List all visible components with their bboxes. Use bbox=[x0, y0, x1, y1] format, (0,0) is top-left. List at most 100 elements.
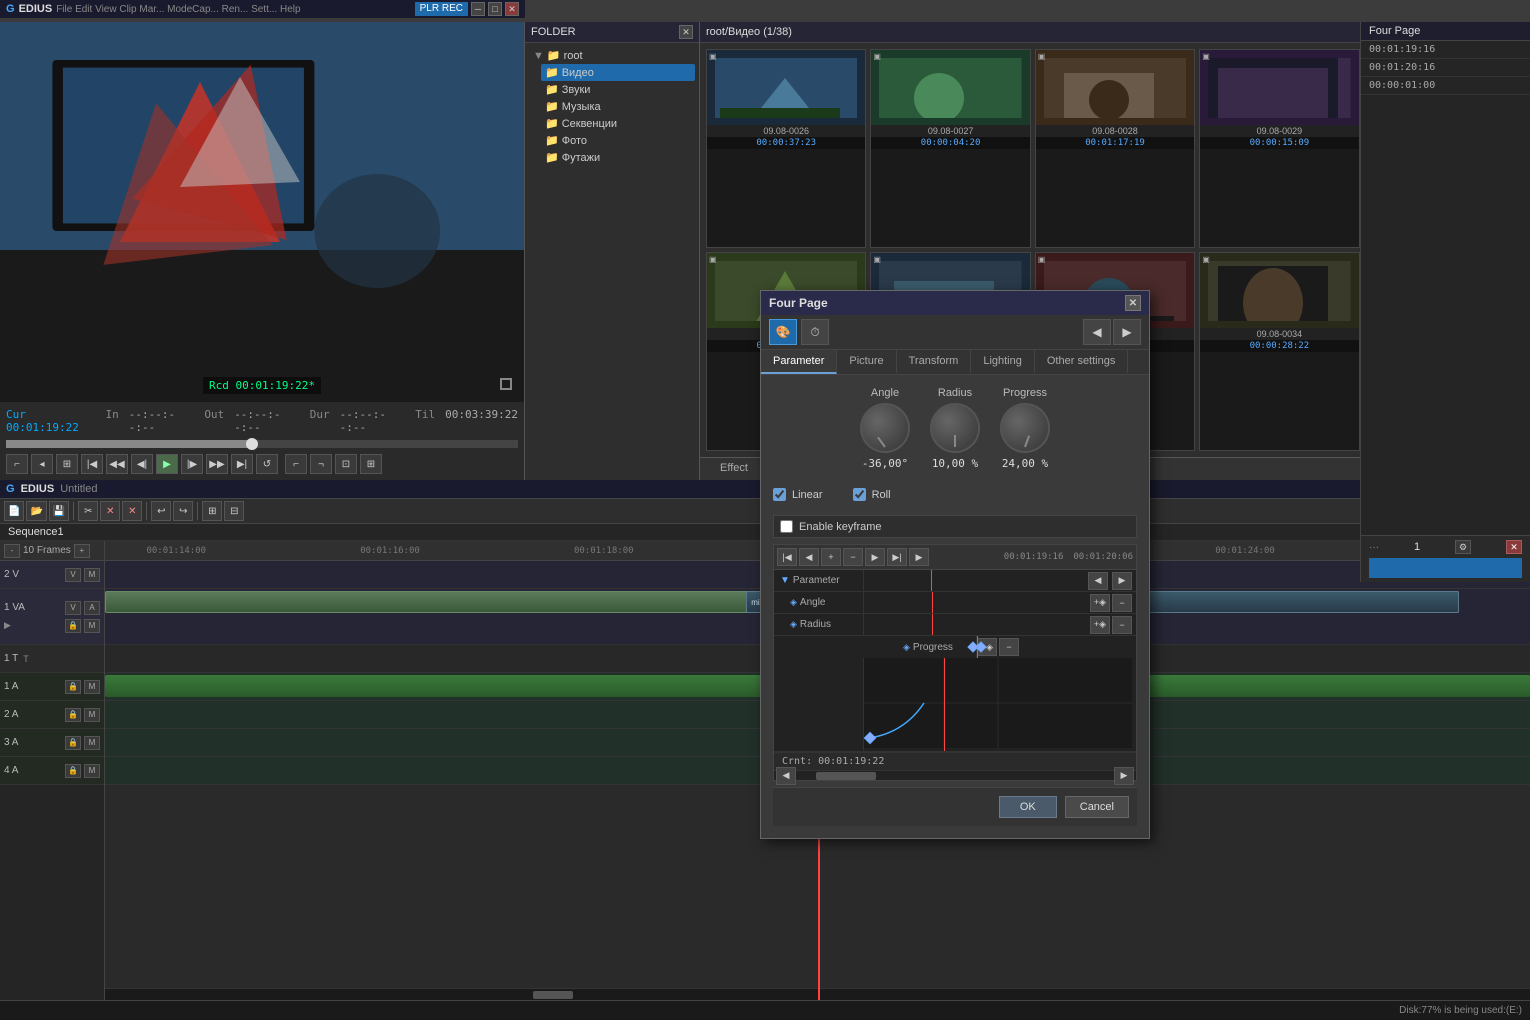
2v-mute-btn[interactable]: M bbox=[84, 568, 100, 582]
1va-v-btn[interactable]: V bbox=[65, 601, 81, 615]
expand-btn[interactable]: ⊞ bbox=[360, 454, 382, 474]
linear-checkbox[interactable] bbox=[773, 488, 786, 501]
kf-del-btn[interactable]: − bbox=[843, 548, 863, 566]
folder-item-sequences[interactable]: 📁 Секвенции bbox=[541, 115, 695, 132]
zoom-out-btn[interactable]: - bbox=[4, 544, 20, 558]
tl-new-btn[interactable]: 📄 bbox=[4, 501, 24, 521]
progress-knob[interactable] bbox=[1000, 403, 1050, 453]
dialog-tab-picture[interactable]: Picture bbox=[837, 350, 896, 374]
kf-radius-del-btn[interactable]: − bbox=[1112, 616, 1132, 634]
4a-lock-btn[interactable]: 🔒 bbox=[65, 764, 81, 778]
tab-effect[interactable]: Effect bbox=[708, 458, 760, 480]
prev-frame-btn[interactable]: |◀ bbox=[81, 454, 103, 474]
3a-mute-btn[interactable]: M bbox=[84, 736, 100, 750]
clip-0027[interactable]: ▣ 09.08-0027 00:00:04:20 bbox=[870, 49, 1030, 248]
kf-param-collapse-btn[interactable]: ▶ bbox=[1112, 572, 1132, 590]
info-blue-bar[interactable] bbox=[1369, 558, 1522, 578]
clip-0029[interactable]: ▣ 09.08-0029 00:00:15:09 bbox=[1199, 49, 1359, 248]
kf-progress-del-btn[interactable]: − bbox=[999, 638, 1019, 656]
dialog-prev-btn[interactable]: ◀ bbox=[1083, 319, 1111, 345]
radius-knob[interactable] bbox=[930, 403, 980, 453]
mark-prev-btn[interactable]: ◂ bbox=[31, 454, 53, 474]
kf-curve-area[interactable] bbox=[864, 658, 1132, 751]
dialog-clock-btn[interactable]: ⏱ bbox=[801, 319, 829, 345]
folder-item-photos[interactable]: 📁 Фото bbox=[541, 132, 695, 149]
4a-mute-btn[interactable]: M bbox=[84, 764, 100, 778]
ffwd-btn[interactable]: ▶▶ bbox=[206, 454, 228, 474]
mode-btn[interactable]: ⊡ bbox=[335, 454, 357, 474]
angle-knob[interactable] bbox=[860, 403, 910, 453]
kf-scroll-right-btn[interactable]: ▶ bbox=[1114, 767, 1134, 785]
folder-item-root[interactable]: ▼ 📁 root bbox=[529, 47, 695, 64]
kf-angle-area[interactable] bbox=[864, 592, 1090, 613]
loop-btn[interactable]: ↺ bbox=[256, 454, 278, 474]
dialog-ok-btn[interactable]: OK bbox=[999, 796, 1057, 818]
mark-out-btn[interactable]: ⌐ bbox=[285, 454, 307, 474]
next-edit-btn[interactable]: |▶ bbox=[181, 454, 203, 474]
snap-btn[interactable]: ⊞ bbox=[56, 454, 78, 474]
timeline-scrollbar[interactable] bbox=[105, 988, 1530, 1000]
kf-first-btn[interactable]: |◀ bbox=[777, 548, 797, 566]
rewind-btn[interactable]: ◀◀ bbox=[106, 454, 128, 474]
kf-param-expand-btn[interactable]: ◀ bbox=[1088, 572, 1108, 590]
folder-close-btn[interactable]: ✕ bbox=[679, 25, 693, 39]
tl-sync-btn[interactable]: ⊟ bbox=[224, 501, 244, 521]
1a-mute-btn[interactable]: M bbox=[84, 680, 100, 694]
folder-item-video[interactable]: 📁 Видео bbox=[541, 64, 695, 81]
clip-0028[interactable]: ▣ 09.08-0028 00:01:17:19 bbox=[1035, 49, 1195, 248]
maximize-btn[interactable]: □ bbox=[488, 2, 502, 16]
enable-keyframe-checkbox[interactable] bbox=[780, 520, 793, 533]
1va-a-btn[interactable]: A bbox=[84, 601, 100, 615]
kf-radius-add-btn[interactable]: +◈ bbox=[1090, 616, 1110, 634]
prev-edit-btn[interactable]: ◀| bbox=[131, 454, 153, 474]
mark-in-btn[interactable]: ⌐ bbox=[6, 454, 28, 474]
tl-open-btn[interactable]: 📂 bbox=[26, 501, 46, 521]
tl-cut-btn[interactable]: ✂ bbox=[78, 501, 98, 521]
info-close-btn[interactable]: ✕ bbox=[1506, 540, 1522, 554]
folder-item-music[interactable]: 📁 Музыка bbox=[541, 98, 695, 115]
tl-redo-btn[interactable]: ↪ bbox=[173, 501, 193, 521]
tl-undo-btn[interactable]: ↩ bbox=[151, 501, 171, 521]
kf-scrollbar-h[interactable]: ◀ ▶ bbox=[774, 770, 1136, 780]
dialog-next-btn[interactable]: ▶ bbox=[1113, 319, 1141, 345]
kf-radius-area[interactable] bbox=[864, 614, 1090, 635]
roll-checkbox[interactable] bbox=[853, 488, 866, 501]
1a-lock-btn[interactable]: 🔒 bbox=[65, 680, 81, 694]
tl-del-btn[interactable]: ✕ bbox=[122, 501, 142, 521]
2a-mute-btn[interactable]: M bbox=[84, 708, 100, 722]
kf-angle-del-btn[interactable]: − bbox=[1112, 594, 1132, 612]
zoom-in-btn[interactable]: + bbox=[74, 544, 90, 558]
info-settings-btn[interactable]: ⚙ bbox=[1455, 540, 1471, 554]
dialog-paint-btn[interactable]: 🎨 bbox=[769, 319, 797, 345]
kf-play-btn[interactable]: ▶ bbox=[909, 548, 929, 566]
kf-param-expand-icon[interactable]: ▼ bbox=[780, 575, 790, 586]
scrollbar-thumb[interactable] bbox=[533, 991, 573, 999]
kf-angle-add-btn[interactable]: +◈ bbox=[1090, 594, 1110, 612]
dialog-tab-parameter[interactable]: Parameter bbox=[761, 350, 837, 374]
close-btn[interactable]: ✕ bbox=[505, 2, 519, 16]
kf-param-area[interactable] bbox=[864, 570, 1088, 591]
folder-item-sounds[interactable]: 📁 Звуки bbox=[541, 81, 695, 98]
3a-lock-btn[interactable]: 🔒 bbox=[65, 736, 81, 750]
dialog-close-btn[interactable]: ✕ bbox=[1125, 295, 1141, 311]
folder-item-footage[interactable]: 📁 Футажи bbox=[541, 149, 695, 166]
clip-0026[interactable]: ▣ 09.08-0026 00:00:37:23 bbox=[706, 49, 866, 248]
four-page-dialog[interactable]: Four Page ✕ 🎨 ⏱ ◀ ▶ Parameter Picture Tr… bbox=[760, 290, 1150, 839]
clip-0034[interactable]: ▣ 09.08-0034 00:00:28:22 bbox=[1199, 252, 1359, 451]
mark-out2-btn[interactable]: ¬ bbox=[310, 454, 332, 474]
kf-prev-btn[interactable]: ◀ bbox=[799, 548, 819, 566]
kf-scroll-left-btn[interactable]: ◀ bbox=[776, 767, 796, 785]
1va-mute-btn[interactable]: M bbox=[84, 619, 100, 633]
minimize-btn[interactable]: ─ bbox=[471, 2, 485, 16]
next-frame-btn[interactable]: ▶| bbox=[231, 454, 253, 474]
tl-split-btn[interactable]: ✕ bbox=[100, 501, 120, 521]
1va-lock-btn[interactable]: 🔒 bbox=[65, 619, 81, 633]
2a-lock-btn[interactable]: 🔒 bbox=[65, 708, 81, 722]
kf-add-btn[interactable]: + bbox=[821, 548, 841, 566]
2v-lock-btn[interactable]: V bbox=[65, 568, 81, 582]
dialog-tab-other[interactable]: Other settings bbox=[1035, 350, 1128, 374]
dialog-tab-transform[interactable]: Transform bbox=[897, 350, 972, 374]
play-btn[interactable]: ▶ bbox=[156, 454, 178, 474]
tl-ripple-btn[interactable]: ⊞ bbox=[202, 501, 222, 521]
seekbar[interactable] bbox=[6, 440, 518, 448]
